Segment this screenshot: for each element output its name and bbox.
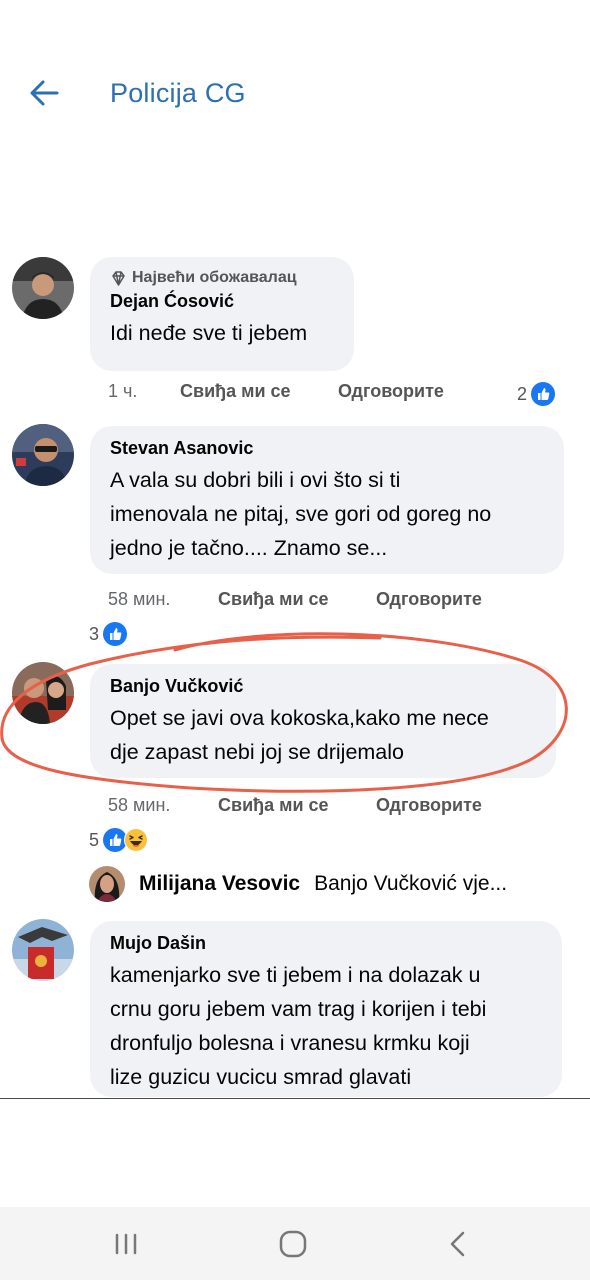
- reaction-count: 5: [89, 829, 100, 850]
- divider: [0, 1098, 590, 1099]
- system-navigation-bar: [0, 1207, 590, 1280]
- comment-text: A vala su dobri bili i ovi što si ti ime…: [110, 468, 492, 560]
- comment-text: Opet se javi ova kokoska,kako me nece dj…: [110, 706, 489, 764]
- comment-time[interactable]: 58 мин.: [108, 795, 218, 816]
- reply-author[interactable]: Milijana Vesovic: [139, 872, 300, 896]
- avatar[interactable]: [12, 424, 74, 486]
- comment-time[interactable]: 1 ч.: [108, 381, 180, 402]
- reaction-count: 2: [517, 383, 528, 404]
- reaction-count: 3: [89, 623, 100, 644]
- comment-bubble: Највећи обожавалац Dejan Ćosović Idi neđ…: [90, 257, 354, 371]
- home-icon[interactable]: [273, 1227, 313, 1261]
- comment-author[interactable]: Stevan Asanovic: [110, 438, 544, 459]
- reaction-summary[interactable]: 3: [89, 622, 128, 646]
- comment-author[interactable]: Dejan Ćosović: [110, 291, 334, 312]
- comment-author[interactable]: Banjo Vučković: [110, 676, 536, 697]
- comment-actions: 1 ч. Свиђа ми се Одговорите: [108, 381, 444, 402]
- thumbs-up-icon: [103, 622, 128, 646]
- reply-preview-row[interactable]: Milijana Vesovic Banjo Vučković vje...: [89, 866, 507, 902]
- reaction-summary[interactable]: 5: [89, 828, 149, 852]
- thumbs-up-icon: [531, 382, 556, 406]
- comment-bubble: Banjo Vučković Opet se javi ova kokoska,…: [90, 664, 556, 778]
- like-button[interactable]: Свиђа ми се: [180, 381, 338, 402]
- reply-preview-text: Banjo Vučković vje...: [314, 872, 508, 895]
- diamond-icon: [112, 270, 125, 286]
- page-title: Policija CG: [110, 78, 246, 108]
- reply-button[interactable]: Одговорите: [376, 795, 482, 816]
- comment-bubble: Stevan Asanovic A vala su dobri bili i o…: [90, 426, 564, 574]
- comment-text: kamenjarko sve ti jebem i na dolazak u c…: [110, 963, 487, 1089]
- comment-author[interactable]: Mujo Dašin: [110, 933, 542, 954]
- reply-button[interactable]: Одговорите: [338, 381, 444, 402]
- back-arrow-icon[interactable]: [28, 78, 60, 108]
- chevron-left-icon[interactable]: [438, 1227, 478, 1261]
- app-header: Policija CG: [0, 0, 590, 190]
- top-fan-badge: Највећи обожавалац: [110, 269, 334, 287]
- comment-bubble: Mujo Dašin kamenjarko sve ti jebem i na …: [90, 921, 562, 1097]
- comment-actions: 58 мин. Свиђа ми се Одговорите: [108, 795, 482, 816]
- avatar[interactable]: [12, 662, 74, 724]
- comment-time[interactable]: 58 мин.: [108, 589, 218, 610]
- avatar[interactable]: [12, 919, 74, 981]
- avatar[interactable]: [89, 866, 125, 902]
- comment-text: Idi neđe sve ti jebem: [110, 321, 308, 345]
- recent-apps-icon[interactable]: [106, 1227, 146, 1261]
- badge-label: Највећи обожавалац: [132, 269, 297, 286]
- like-button[interactable]: Свиђа ми се: [218, 795, 376, 816]
- laughing-face-icon: [124, 828, 149, 852]
- reply-button[interactable]: Одговорите: [376, 589, 482, 610]
- like-button[interactable]: Свиђа ми се: [218, 589, 376, 610]
- comment-actions: 58 мин. Свиђа ми се Одговорите: [108, 589, 482, 610]
- avatar[interactable]: [12, 257, 74, 319]
- reaction-summary[interactable]: 2: [517, 382, 556, 406]
